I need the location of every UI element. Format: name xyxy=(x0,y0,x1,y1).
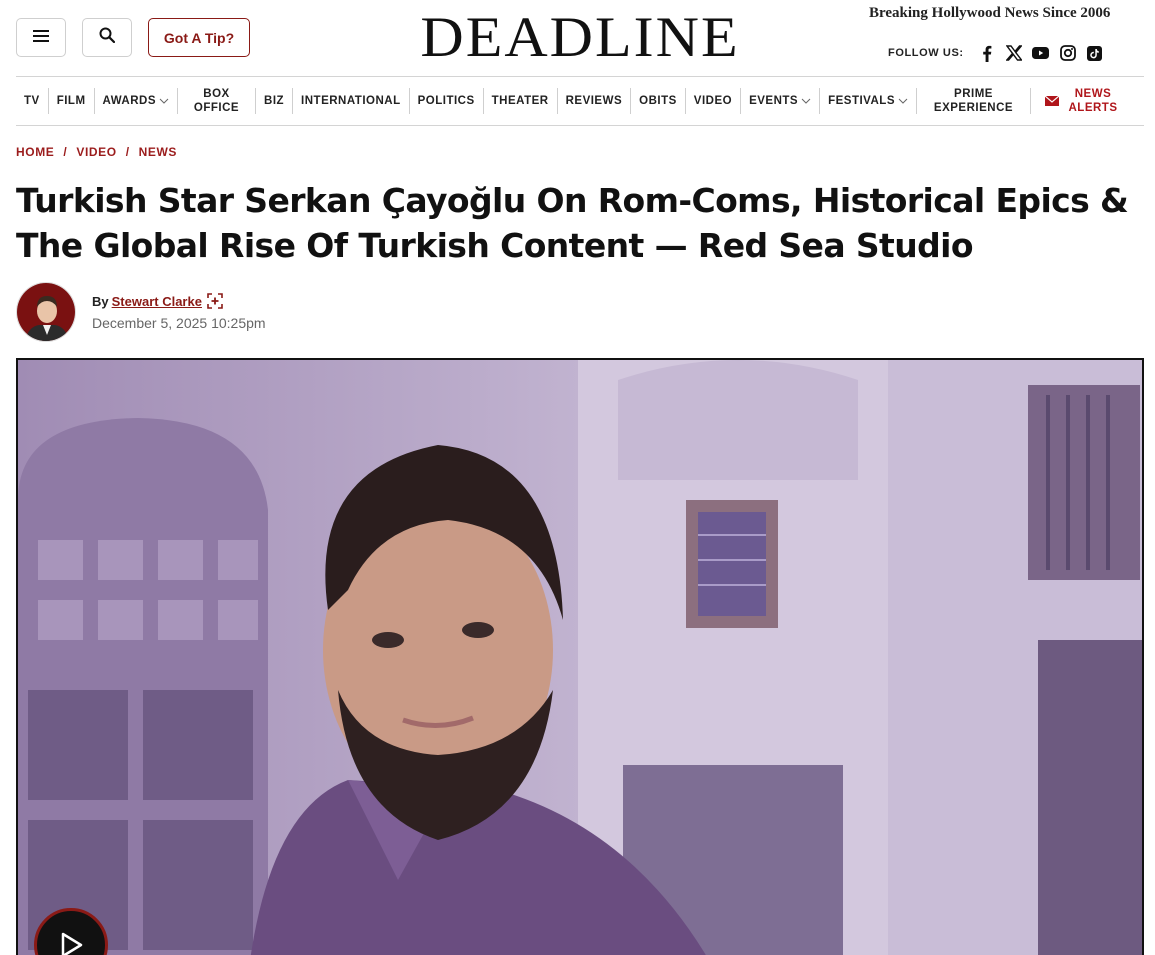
nav-label: EVENTS xyxy=(749,95,799,107)
got-a-tip-button[interactable]: Got A Tip? xyxy=(148,18,250,57)
nav-label: REVIEWS xyxy=(565,95,623,107)
author-avatar[interactable] xyxy=(16,282,76,342)
site-header: Got A Tip? DEADLINE Breaking Hollywood N… xyxy=(0,0,1155,76)
menu-button[interactable] xyxy=(16,18,66,57)
search-button[interactable] xyxy=(82,18,132,57)
nav-label: FESTIVALS xyxy=(828,95,895,107)
chevron-down-icon xyxy=(898,98,908,104)
nav-label: TV xyxy=(24,95,40,107)
nav-label: OBITS xyxy=(639,95,677,107)
nav-item-awards[interactable]: AWARDS xyxy=(95,88,179,114)
nav-item-biz[interactable]: BIZ xyxy=(256,88,294,114)
site-logo[interactable]: DEADLINE xyxy=(390,6,770,69)
nav-label: INTERNATIONAL xyxy=(301,95,401,107)
facebook-icon[interactable] xyxy=(978,44,996,62)
author-link[interactable]: Stewart Clarke xyxy=(112,294,202,309)
breadcrumb-separator: / xyxy=(125,145,130,159)
nav-item-politics[interactable]: POLITICS xyxy=(410,88,484,114)
nav-label: AWARDS xyxy=(102,95,157,107)
follow-us-label: FOLLOW US: xyxy=(888,47,964,59)
nav-item-video[interactable]: VIDEO xyxy=(686,88,742,114)
article-title: Turkish Star Serkan Çayoğlu On Rom-Coms,… xyxy=(16,181,1129,265)
instagram-icon[interactable] xyxy=(1059,44,1077,62)
nav-item-box-office[interactable]: BOX OFFICE xyxy=(178,88,257,114)
nav-item-news-alerts[interactable]: NEWS ALERTS xyxy=(1031,88,1133,114)
youtube-icon[interactable] xyxy=(1032,44,1050,62)
nav-label: BIZ xyxy=(264,95,285,107)
nav-item-prime-experience[interactable]: PRIME EXPERIENCE xyxy=(917,88,1031,114)
breadcrumb-separator: / xyxy=(63,145,68,159)
nav-label: THEATER xyxy=(491,95,549,107)
site-tagline: Breaking Hollywood News Since 2006 xyxy=(869,5,1111,21)
nav-item-tv[interactable]: TV xyxy=(16,88,49,114)
x-icon[interactable] xyxy=(1005,44,1023,62)
nav-item-film[interactable]: FILM xyxy=(49,88,95,114)
follow-us-bar: FOLLOW US: xyxy=(888,44,1113,62)
nav-label: PRIME EXPERIENCE xyxy=(933,88,1014,114)
nav-label: POLITICS xyxy=(417,95,475,107)
breadcrumb-home[interactable]: HOME xyxy=(16,145,54,159)
nav-item-reviews[interactable]: REVIEWS xyxy=(558,88,632,114)
chevron-down-icon xyxy=(801,98,811,104)
hamburger-icon xyxy=(33,29,49,47)
nav-label: NEWS ALERTS xyxy=(1068,88,1118,114)
breadcrumb: HOME / VIDEO / NEWS xyxy=(16,145,177,159)
article-byline: By Stewart Clarke xyxy=(92,293,223,309)
hero-video[interactable] xyxy=(16,358,1144,955)
nav-item-festivals[interactable]: FESTIVALS xyxy=(820,88,917,114)
tiktok-icon[interactable] xyxy=(1086,44,1104,62)
hero-image xyxy=(18,360,1142,955)
envelope-icon xyxy=(1045,96,1059,106)
nav-label: VIDEO xyxy=(693,95,733,107)
follow-author-icon[interactable] xyxy=(207,293,223,309)
search-icon xyxy=(99,27,116,48)
chevron-down-icon xyxy=(159,98,169,104)
breadcrumb-news[interactable]: NEWS xyxy=(139,145,177,159)
breadcrumb-video[interactable]: VIDEO xyxy=(76,145,116,159)
byline-prefix: By xyxy=(92,293,109,309)
nav-item-obits[interactable]: OBITS xyxy=(631,88,686,114)
play-icon xyxy=(58,931,84,955)
main-nav: TV FILM AWARDS BOX OFFICE BIZ INTERNATIO… xyxy=(16,76,1144,126)
article-date: December 5, 2025 10:25pm xyxy=(92,315,266,331)
nav-label: FILM xyxy=(56,95,86,107)
nav-item-international[interactable]: INTERNATIONAL xyxy=(293,88,410,114)
nav-item-events[interactable]: EVENTS xyxy=(741,88,821,114)
nav-label: BOX OFFICE xyxy=(193,88,240,114)
nav-item-theater[interactable]: THEATER xyxy=(484,88,558,114)
